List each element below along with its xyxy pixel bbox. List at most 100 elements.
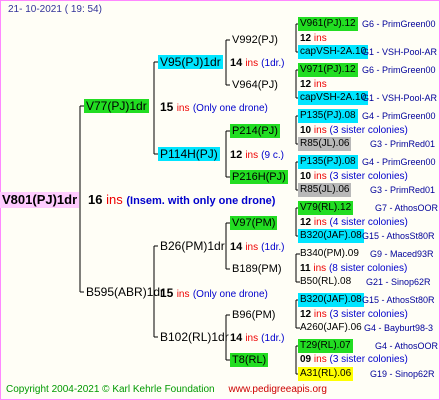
gen1-sire-note: (Only one drone): [192, 103, 268, 114]
gen2-sd-note: (9 c.): [261, 150, 284, 161]
gen4-info-15: G4 - AthosOOR: [375, 341, 439, 351]
gen4-queen-1[interactable]: V961(PJ).12: [298, 17, 358, 31]
gen4-info-14: G4 - Bayburt98-3: [364, 323, 434, 333]
gen4-info-4: G1 - VSH-Pool-AR: [362, 93, 438, 103]
gen2-sd-count: 12 ins (9 c.): [230, 148, 284, 163]
gen3-note-7: (3 sister colonies): [329, 309, 408, 320]
gen3-note-4: (3 sister colonies): [329, 171, 408, 182]
gen3-ins-6: ins: [313, 263, 327, 274]
gen4-info-13: G15 - AthosSt80R: [362, 295, 435, 305]
gen3-count-2: 12 ins: [300, 78, 327, 92]
gen2-ss-count: 14 ins (1dr.): [230, 56, 285, 71]
gen4-info-6: G3 - PrimRed01: [370, 139, 436, 149]
gen2-sd-num: 12: [230, 149, 243, 161]
gen4-queen-16[interactable]: A31(RL).06: [298, 367, 354, 381]
gen3-count-4: 10 ins (3 sister colonies): [300, 170, 408, 184]
gen4-queen-4[interactable]: capVSH-2A.10: [298, 91, 369, 105]
gen2-ss-note: (1dr.): [261, 58, 285, 69]
gen3-count-7: 12 ins (3 sister colonies): [300, 308, 408, 322]
gen3-count-3: 10 ins (3 sister colonies): [300, 124, 408, 138]
footer-copyright: Copyright 2004-2021 © Karl Kehrle Founda…: [6, 384, 215, 395]
gen3-queen-6[interactable]: B189(PM): [230, 262, 284, 276]
gen4-queen-13[interactable]: B320(JAF).08: [298, 293, 364, 307]
gen4-queen-2[interactable]: capVSH-2A.10: [298, 45, 369, 59]
root-insem-count: 16 ins (Insem. with only one drone): [88, 192, 275, 209]
gen2-dd-note: (1dr.): [261, 333, 285, 344]
gen4-info-10: G15 - AthosSt80R: [362, 231, 435, 241]
gen3-num-6: 11: [300, 263, 311, 274]
gen2-ss-ins: ins: [245, 58, 259, 69]
gen3-num-2: 12: [300, 79, 312, 90]
gen4-queen-12[interactable]: B50(RL).08: [298, 275, 353, 289]
gen4-info-7: G4 - PrimGreen00: [362, 157, 436, 167]
gen4-queen-15[interactable]: T29(RL).07: [298, 339, 353, 353]
gen4-queen-7[interactable]: P135(PJ).08: [298, 155, 358, 169]
gen2-ds-count: 14 ins (1dr.): [230, 240, 285, 255]
gen4-info-3: G6 - PrimGreen00: [362, 65, 436, 75]
gen3-queen-2[interactable]: V964(PJ): [230, 78, 280, 92]
gen3-note-8: (3 sister colonies): [329, 354, 408, 365]
gen4-queen-3[interactable]: V971(PJ).12: [298, 63, 358, 77]
gen3-ins-8: ins: [313, 354, 327, 365]
gen1-sire-ins: ins: [176, 103, 190, 114]
gen2-dd-ins: ins: [245, 333, 259, 344]
gen3-note-5: (4 sister colonies): [329, 217, 408, 228]
gen1-dam[interactable]: B595(ABR)1dr: [84, 285, 166, 299]
gen4-queen-14[interactable]: A260(JAF).06: [298, 321, 364, 335]
root-ins: ins: [106, 192, 123, 207]
gen4-info-16: G19 - Sinop62R: [370, 369, 435, 379]
gen4-queen-9[interactable]: V79(RL).12: [298, 201, 354, 215]
pedigree-date: 21- 10-2021 ( 19: 54): [8, 4, 102, 15]
gen3-num-8: 09: [300, 354, 312, 365]
gen3-ins-2: ins: [313, 79, 327, 90]
gen1-sire[interactable]: V77(PJ)1dr: [84, 99, 149, 113]
gen2-ds[interactable]: B26(PM)1dr: [158, 239, 227, 253]
gen3-num-7: 12: [300, 309, 312, 320]
gen4-queen-8[interactable]: R85(JL).06: [298, 183, 352, 197]
gen3-num-4: 10: [300, 171, 312, 182]
gen2-ss[interactable]: V95(PJ)1dr: [158, 55, 223, 69]
gen1-sire-count: 15 ins (Only one drone): [160, 100, 268, 116]
gen1-dam-count: 15 ins (Only one drone): [160, 286, 268, 302]
gen3-queen-5[interactable]: V97(PM): [230, 216, 278, 230]
gen2-dd[interactable]: B102(RL)1dr: [158, 330, 231, 344]
gen2-dd-count: 14 ins (1dr.): [230, 331, 285, 346]
gen4-info-1: G6 - PrimGreen00: [362, 19, 436, 29]
root-num: 16: [88, 192, 103, 207]
gen2-dd-num: 14: [230, 332, 243, 344]
gen3-note-3: (3 sister colonies): [329, 125, 408, 136]
gen4-queen-10[interactable]: B320(JAF).08: [298, 229, 364, 243]
gen2-ds-note: (1dr.): [261, 242, 285, 253]
gen2-sd[interactable]: P114H(PJ): [158, 147, 220, 161]
gen1-dam-num: 15: [160, 286, 174, 300]
gen2-ds-num: 14: [230, 241, 243, 253]
root-queen[interactable]: V801(PJ)1dr: [0, 192, 80, 208]
gen1-sire-num: 15: [160, 100, 174, 114]
footer-site-link[interactable]: www.pedigreeapis.org: [229, 384, 327, 395]
gen3-note-6: (8 sister colonies): [328, 263, 408, 274]
gen3-queen-8[interactable]: T8(RL): [230, 353, 269, 367]
gen3-ins-7: ins: [313, 309, 327, 320]
gen3-queen-3[interactable]: P214(PJ): [230, 124, 280, 138]
gen3-ins-3: ins: [313, 125, 327, 136]
gen4-info-8: G3 - PrimRed01: [370, 185, 436, 195]
gen2-ss-num: 14: [230, 57, 243, 69]
gen4-queen-5[interactable]: P135(PJ).08: [298, 109, 358, 123]
footer: Copyright 2004-2021 © Karl Kehrle Founda…: [6, 384, 327, 395]
gen4-info-12: G21 - Sinop62R: [366, 277, 431, 287]
gen3-queen-7[interactable]: B96(PM): [230, 308, 277, 322]
gen3-ins-4: ins: [313, 171, 327, 182]
gen4-info-5: G4 - PrimGreen00: [362, 111, 436, 121]
gen3-ins-5: ins: [313, 217, 327, 228]
gen3-num-3: 10: [300, 125, 312, 136]
gen2-sd-ins: ins: [245, 150, 259, 161]
gen4-queen-11[interactable]: B340(PM).09: [298, 247, 361, 261]
gen4-queen-6[interactable]: R85(JL).06: [298, 137, 352, 151]
gen3-queen-1[interactable]: V992(PJ): [230, 33, 280, 47]
gen3-queen-4[interactable]: P216H(PJ): [230, 170, 288, 184]
gen3-count-5: 12 ins (4 sister colonies): [300, 216, 408, 230]
gen1-dam-note: (Only one drone): [192, 289, 268, 300]
gen2-ds-ins: ins: [245, 242, 259, 253]
gen3-count-1: 12 ins: [300, 32, 327, 46]
gen1-dam-ins: ins: [176, 289, 190, 300]
